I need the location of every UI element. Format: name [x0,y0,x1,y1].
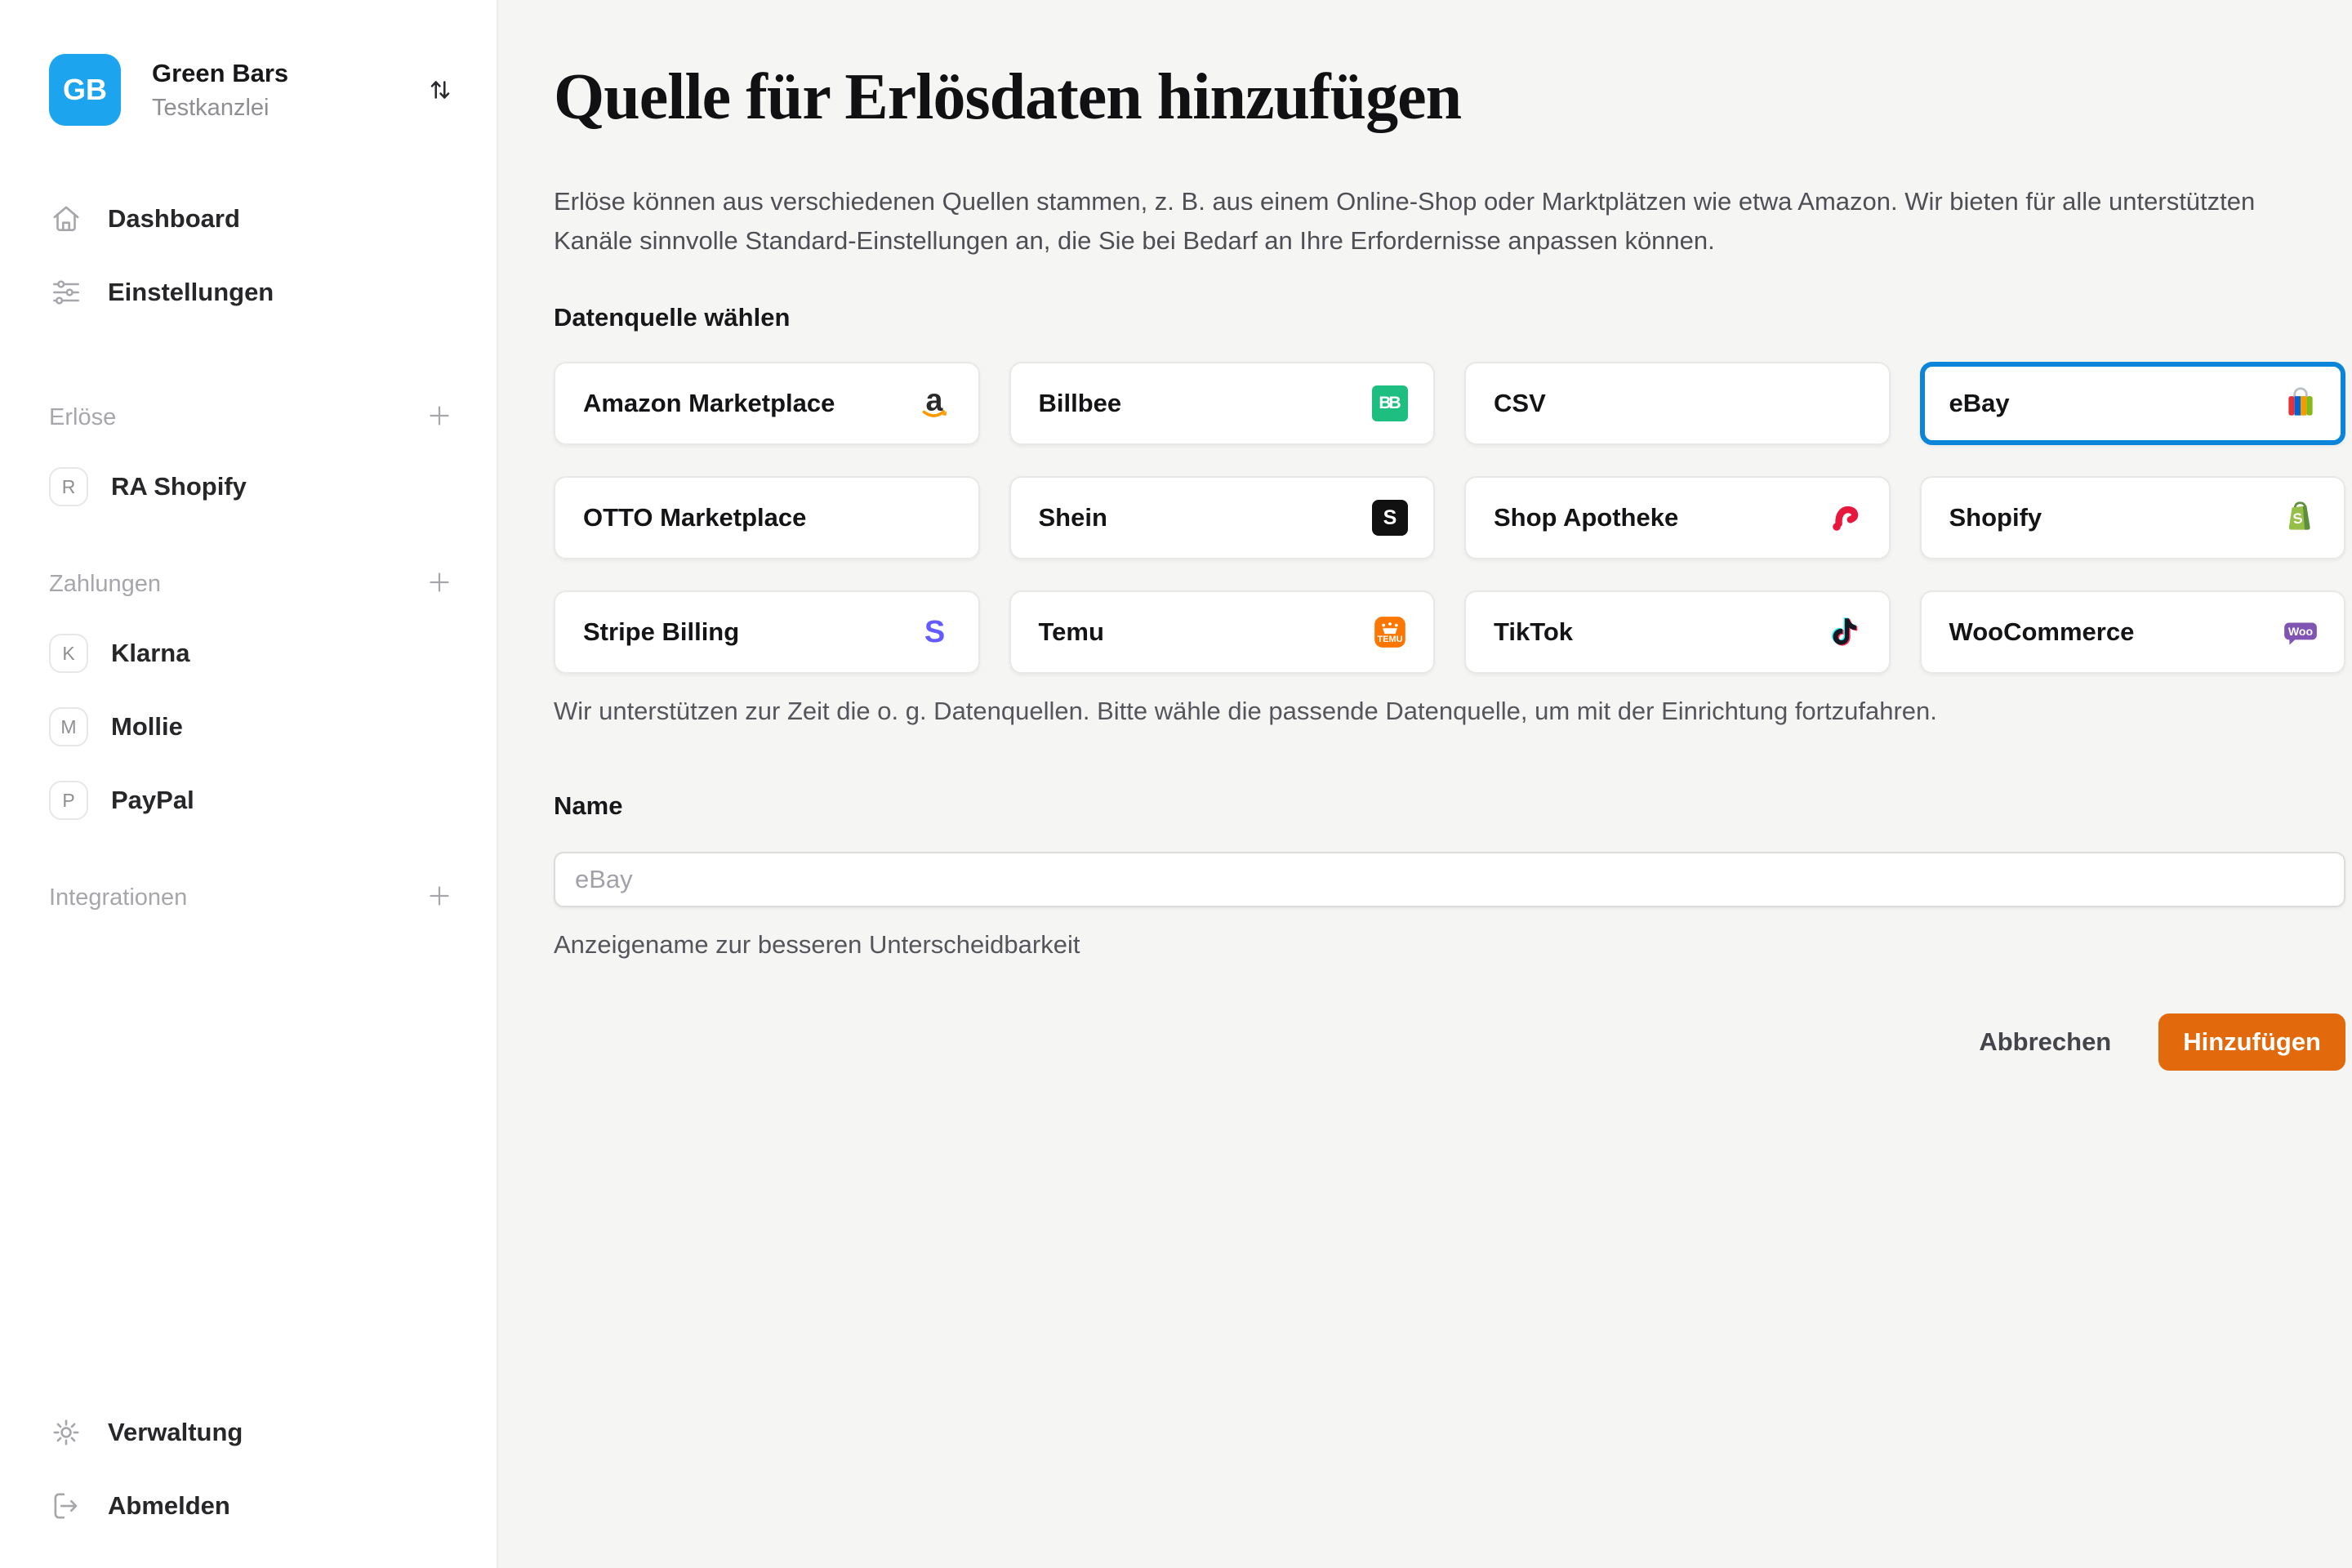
source-initial-badge: P [49,781,88,820]
source-card-label: WooCommerce [1949,617,2135,647]
swap-arrows-icon[interactable] [425,74,456,105]
sidebar-item-mollie[interactable]: M Mollie [0,704,497,750]
sidebar-item-label: PayPal [111,786,194,815]
stripe-icon: S [916,613,954,651]
source-card-label: OTTO Marketplace [583,503,806,532]
source-initial-badge: M [49,707,88,746]
sidebar-item-label: Einstellungen [108,278,274,307]
shop-apotheke-icon [1827,499,1864,537]
section-label: Erlöse [49,404,116,431]
add-integrationen-button[interactable] [425,881,454,915]
source-card-stripe-billing[interactable]: Stripe Billing S [554,590,980,674]
billbee-icon: BB [1371,385,1409,422]
dialog-actions: Abbrechen Hinzufügen [554,1013,2345,1071]
source-card-shein[interactable]: Shein S [1009,476,1436,559]
workspace-switcher[interactable]: GB Green Bars Testkanzlei [49,54,456,126]
source-card-label: TikTok [1494,617,1573,647]
source-card-label: Stripe Billing [583,617,739,647]
workspace-name: Green Bars [152,58,415,90]
sources-hint: Wir unterstützen zur Zeit die o. g. Date… [554,697,2345,726]
source-card-label: CSV [1494,389,1546,418]
workspace-avatar: GB [49,54,121,126]
svg-text:TEMU: TEMU [1377,635,1402,644]
sidebar-item-verwaltung[interactable]: Verwaltung [0,1410,497,1455]
sidebar-item-label: Abmelden [108,1491,230,1521]
source-card-label: Shopify [1949,503,2042,532]
plus-icon [425,881,454,915]
section-label: Integrationen [49,884,187,911]
page-description: Erlöse können aus verschiedenen Quellen … [554,182,2301,261]
logout-icon [49,1489,83,1523]
sidebar-item-ra-shopify[interactable]: R RA Shopify [0,464,497,510]
sidebar-section-erl-se: Erlöse R RA Shopify [0,400,497,510]
source-card-billbee[interactable]: Billbee BB [1009,362,1436,445]
tiktok-icon [1827,613,1864,651]
gear-icon [49,1415,83,1450]
source-card-shopify[interactable]: Shopify S [1920,476,2346,559]
source-card-tiktok[interactable]: TikTok [1464,590,1891,674]
name-input[interactable] [554,852,2345,907]
sidebar-item-label: Mollie [111,712,183,742]
sidebar-item-label: Verwaltung [108,1418,243,1447]
source-card-label: Temu [1039,617,1104,647]
sidebar-footer: Verwaltung Abmelden [0,1410,497,1557]
sidebar-section-zahlungen: Zahlungen K Klarna M Mollie P PayPal [0,567,497,823]
submit-button[interactable]: Hinzufügen [2158,1013,2345,1071]
shopify-icon: S [2282,499,2319,537]
source-card-shop-apotheke[interactable]: Shop Apotheke [1464,476,1891,559]
shein-icon: S [1371,499,1409,537]
sliders-icon [49,275,83,310]
sidebar-section-integrationen: Integrationen [0,880,497,915]
no-icon [916,499,954,537]
home-icon [49,202,83,236]
cancel-button[interactable]: Abbrechen [1979,1027,2111,1057]
sidebar-item-einstellungen[interactable]: Einstellungen [0,270,497,315]
plus-icon [425,568,454,601]
sidebar-item-label: RA Shopify [111,472,247,501]
source-card-csv[interactable]: CSV [1464,362,1891,445]
sidebar-item-klarna[interactable]: K Klarna [0,630,497,676]
sidebar: GB Green Bars Testkanzlei Dashboard Eins… [0,0,498,1568]
sidebar-spacer [0,944,497,1410]
woocommerce-icon: Woo [2282,613,2319,651]
source-card-ebay[interactable]: eBay [1920,362,2346,445]
source-initial-badge: R [49,467,88,506]
sidebar-item-dashboard[interactable]: Dashboard [0,196,497,242]
sidebar-item-label: Dashboard [108,204,240,234]
sidebar-item-paypal[interactable]: P PayPal [0,777,497,823]
plus-icon [425,401,454,434]
source-grid: Amazon Marketplace a Billbee BB CSV eBay O… [554,362,2345,674]
name-hint: Anzeigename zur besseren Unterscheidbark… [554,930,2345,960]
source-card-label: Billbee [1039,389,1122,418]
ebay-bag-icon [2282,385,2319,422]
source-card-label: Amazon Marketplace [583,389,835,418]
source-card-amazon-marketplace[interactable]: Amazon Marketplace a [554,362,980,445]
svg-text:Woo: Woo [2288,625,2314,638]
source-card-woocommerce[interactable]: WooCommerce Woo [1920,590,2346,674]
temu-icon: TEMU [1371,613,1409,651]
sidebar-item-label: Klarna [111,639,189,668]
source-card-label: Shein [1039,503,1107,532]
source-card-temu[interactable]: Temu TEMU [1009,590,1436,674]
source-card-otto-marketplace[interactable]: OTTO Marketplace [554,476,980,559]
add-erl-se-button[interactable] [425,401,454,434]
source-select-label: Datenquelle wählen [554,303,2345,332]
main-content: Quelle für Erlösdaten hinzufügen Erlöse … [498,0,2352,1568]
workspace-subtitle: Testkanzlei [152,95,415,122]
section-label: Zahlungen [49,571,161,598]
source-card-label: Shop Apotheke [1494,503,1678,532]
source-card-label: eBay [1949,389,2010,418]
amazon-icon: a [916,385,954,422]
sidebar-sections: Erlöse R RA Shopify Zahlungen K Klarna M… [0,343,497,944]
sidebar-nav: Dashboard Einstellungen [0,196,497,343]
workspace-initials: GB [63,73,107,107]
page-title: Quelle für Erlösdaten hinzufügen [554,60,2345,135]
source-initial-badge: K [49,634,88,673]
add-zahlungen-button[interactable] [425,568,454,601]
no-icon [1827,385,1864,422]
sidebar-item-abmelden[interactable]: Abmelden [0,1483,497,1529]
name-label: Name [554,791,2345,821]
